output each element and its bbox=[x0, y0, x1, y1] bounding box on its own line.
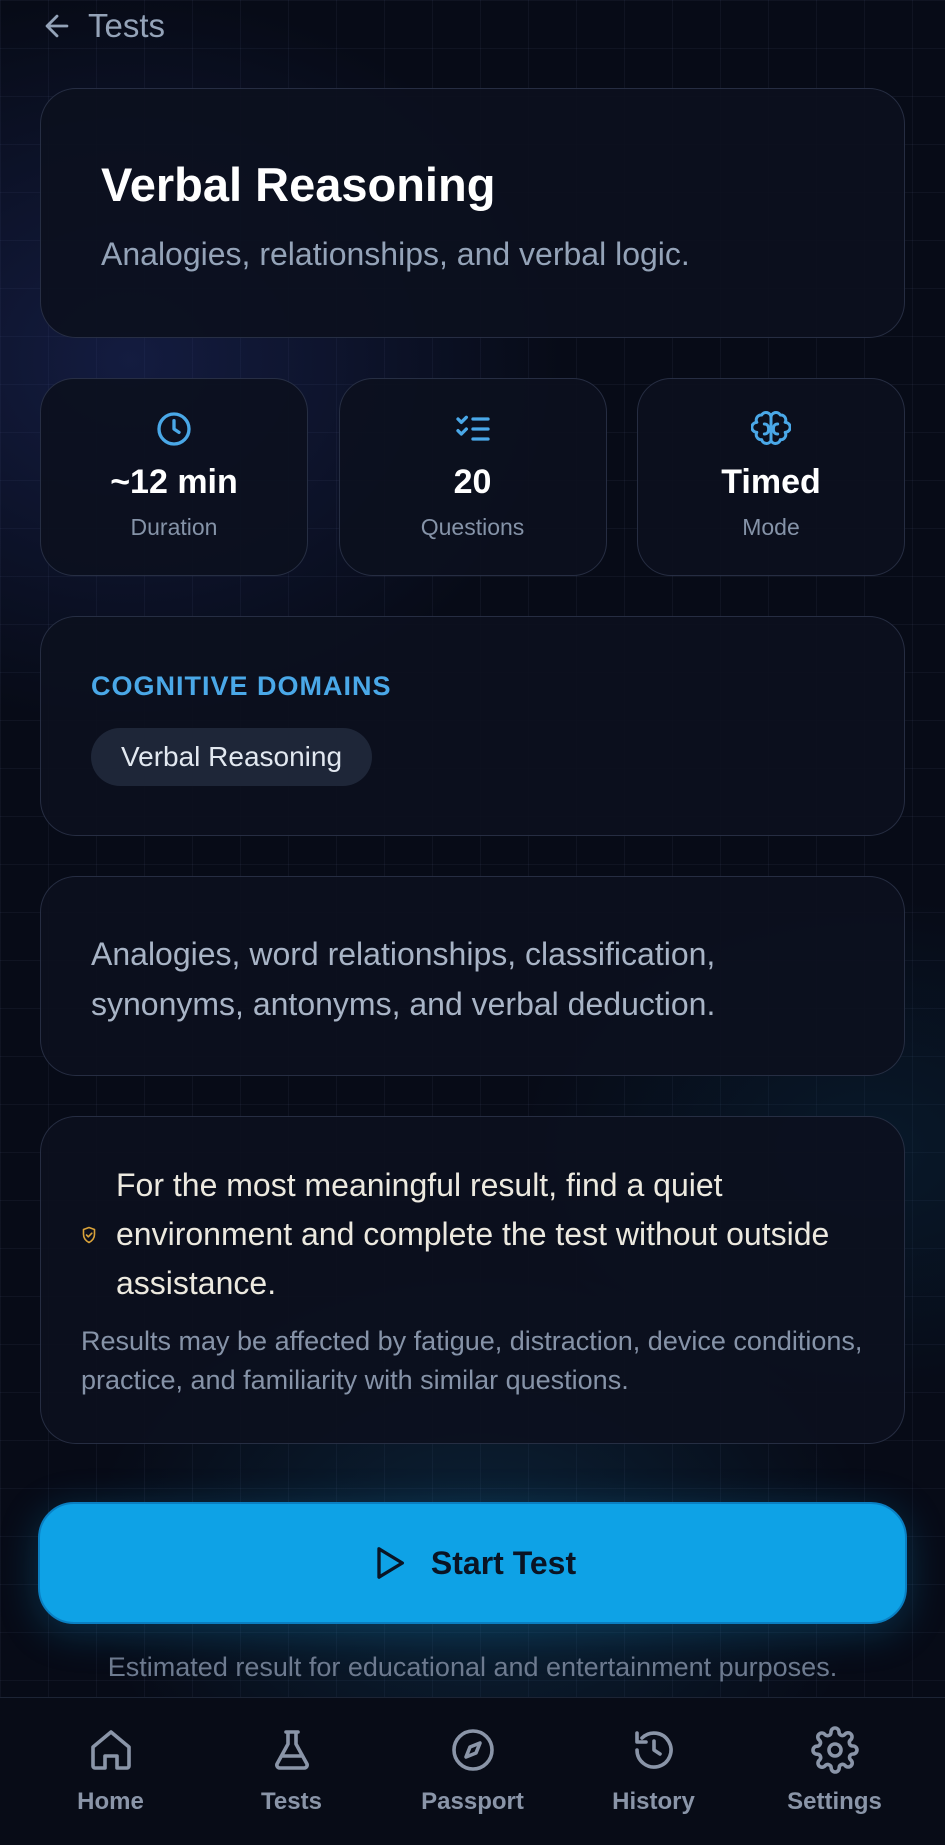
nav-label: Home bbox=[77, 1788, 144, 1815]
home-icon bbox=[90, 1730, 131, 1770]
disclaimer-text: Estimated result for educational and ent… bbox=[107, 1652, 838, 1682]
domains-heading: COGNITIVE DOMAINS bbox=[91, 671, 392, 701]
start-test-label: Start Test bbox=[430, 1544, 577, 1581]
nav-label: History bbox=[612, 1788, 695, 1815]
start-test-button[interactable]: Start Test bbox=[38, 1502, 907, 1624]
back-button[interactable]: Tests bbox=[40, 4, 165, 48]
page-title: Verbal Reasoning bbox=[101, 158, 496, 211]
history-icon bbox=[634, 1731, 673, 1769]
shield-icon bbox=[82, 1226, 96, 1243]
clock-icon bbox=[157, 412, 191, 446]
stat-questions: 20 Questions bbox=[338, 378, 607, 576]
nav-item-tests[interactable]: Tests bbox=[207, 1698, 377, 1845]
stat-value: 20 bbox=[453, 463, 492, 501]
checklist-icon bbox=[455, 415, 490, 441]
stat-label: Mode bbox=[742, 514, 800, 540]
stat-value: ~12 min bbox=[110, 463, 238, 501]
play-icon bbox=[377, 1547, 404, 1579]
stats-row: ~12 min Duration 20 Questions Timed Mode bbox=[40, 378, 905, 576]
environment-notice-card: For the most meaningful result, find a q… bbox=[40, 1116, 905, 1444]
brain-icon bbox=[751, 411, 791, 445]
nav-label: Tests bbox=[261, 1788, 322, 1815]
stat-duration: ~12 min Duration bbox=[40, 378, 308, 576]
notice-text: For the most meaningful result, find a q… bbox=[116, 1167, 830, 1301]
cognitive-domains-card: COGNITIVE DOMAINS Verbal Reasoning bbox=[40, 616, 905, 836]
stat-label: Questions bbox=[420, 514, 525, 540]
test-header-card: Verbal Reasoning Analogies, relationship… bbox=[40, 88, 905, 338]
stat-value: Timed bbox=[721, 463, 821, 501]
stat-mode: Timed Mode bbox=[637, 378, 905, 576]
test-description: Analogies, word relationships, classific… bbox=[91, 936, 716, 1022]
bottom-navigation: Home Tests Passport History Settings bbox=[0, 1697, 945, 1845]
nav-item-home[interactable]: Home bbox=[26, 1698, 196, 1845]
compass-icon bbox=[451, 1729, 494, 1771]
arrow-left-icon bbox=[45, 14, 69, 38]
gear-icon bbox=[810, 1726, 859, 1774]
nav-item-passport[interactable]: Passport bbox=[388, 1698, 558, 1845]
flask-icon bbox=[274, 1730, 309, 1770]
back-label: Tests bbox=[88, 7, 166, 44]
description-card: Analogies, word relationships, classific… bbox=[40, 876, 905, 1076]
domain-chip: Verbal Reasoning bbox=[91, 728, 373, 786]
nav-item-settings[interactable]: Settings bbox=[750, 1698, 920, 1845]
page-subtitle: Analogies, relationships, and verbal log… bbox=[101, 236, 690, 272]
stat-label: Duration bbox=[130, 514, 218, 540]
notice-subtext: Results may be affected by fatigue, dist… bbox=[81, 1326, 863, 1395]
nav-item-history[interactable]: History bbox=[569, 1698, 739, 1845]
nav-label: Passport bbox=[421, 1788, 524, 1815]
nav-label: Settings bbox=[787, 1788, 882, 1815]
